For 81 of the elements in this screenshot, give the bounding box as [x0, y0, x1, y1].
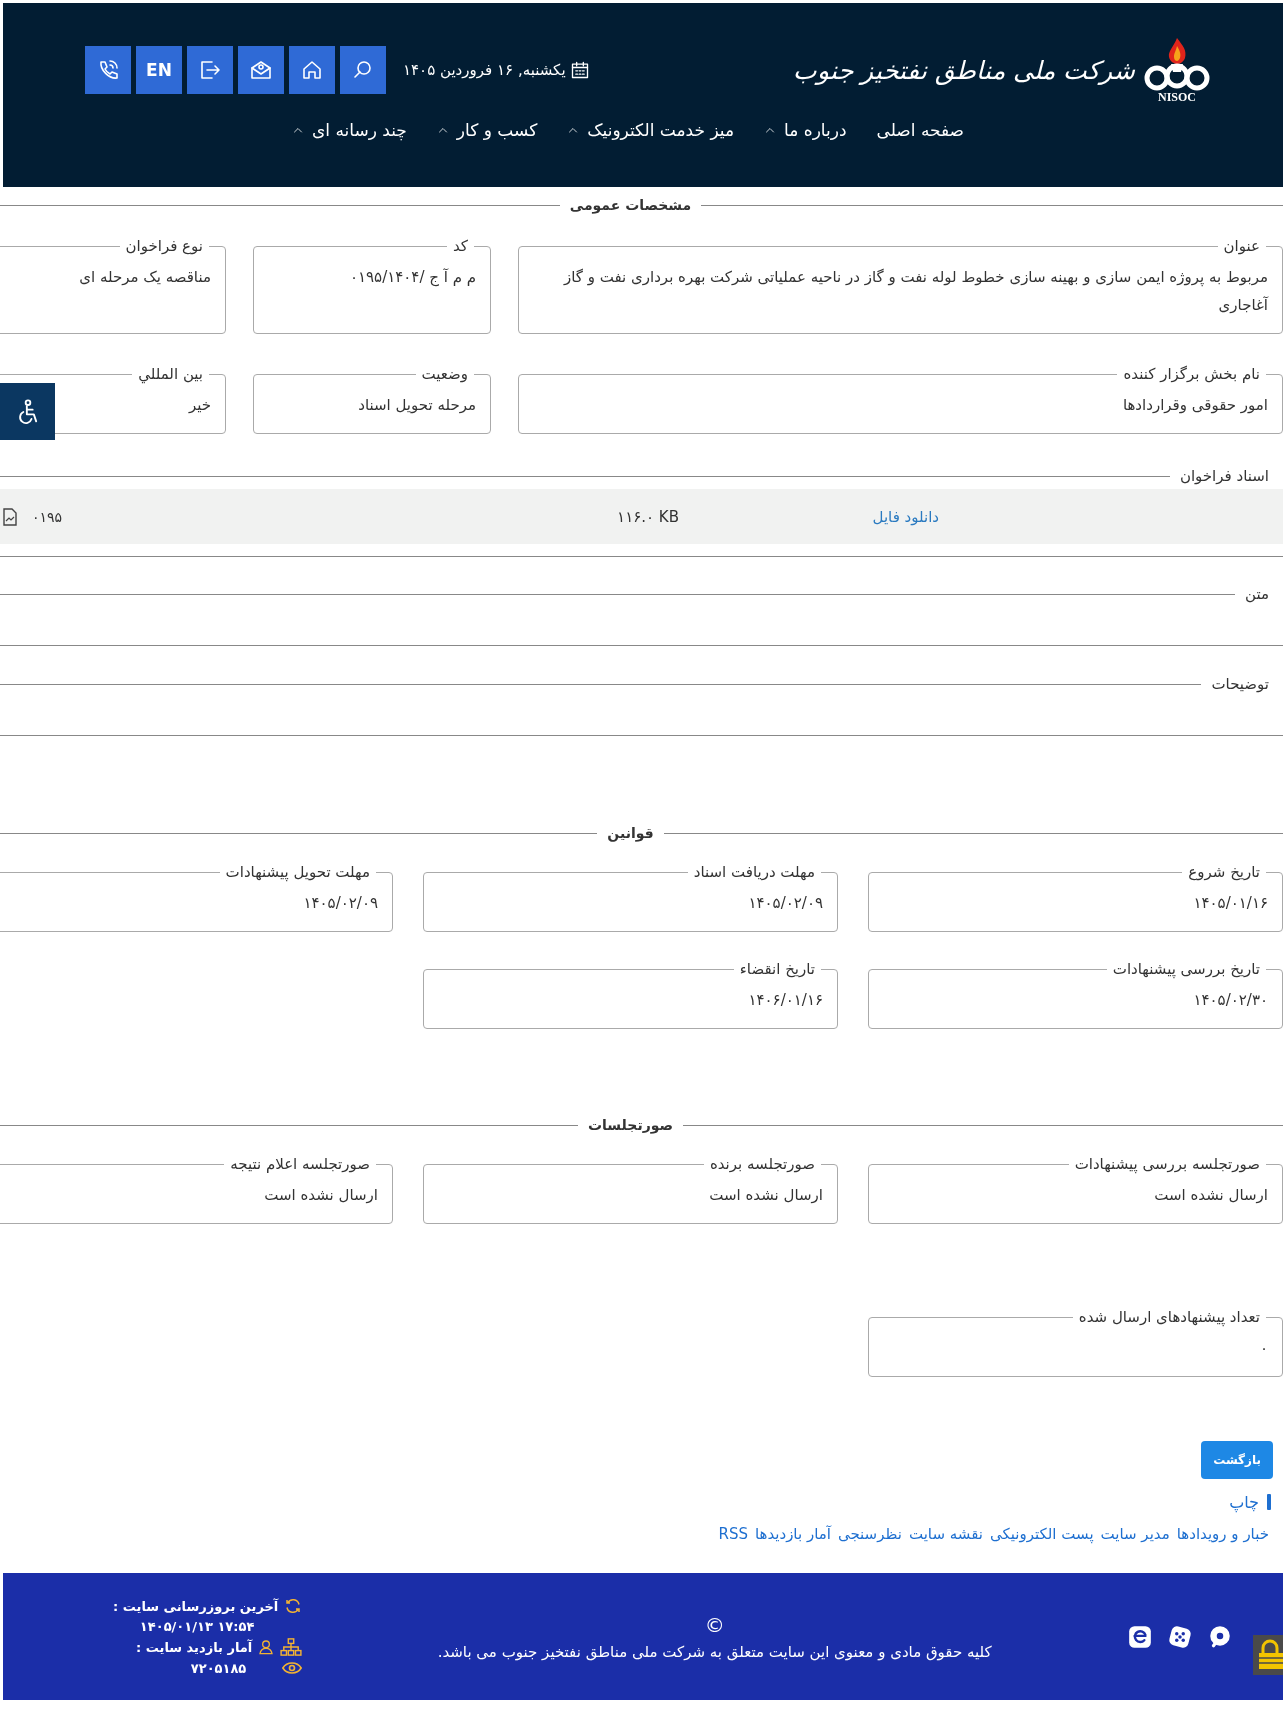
field-value: خیر	[188, 395, 211, 416]
nav-link[interactable]: کسب و کار	[436, 120, 538, 140]
section-title: قوانین	[607, 825, 654, 841]
back-button[interactable]: بازگشت	[1201, 1441, 1273, 1479]
footer-link[interactable]: خبار و رویدادها	[1176, 1525, 1269, 1543]
footer-link[interactable]: مدیر سایت	[1100, 1525, 1170, 1543]
section-title: اسناد فراخوان	[1179, 467, 1270, 485]
chat-bubble-icon[interactable]	[1207, 1623, 1233, 1650]
mail-button[interactable]	[238, 46, 284, 94]
print-link[interactable]: چاپ	[1229, 1492, 1259, 1512]
logout-button[interactable]	[187, 46, 233, 94]
field-value: ۱۴۰۵/۰۲/۰۹	[303, 893, 378, 914]
field-label: تعداد پیشنهادهای ارسال شده	[1077, 1307, 1261, 1328]
footer-link[interactable]: نظرسنجی	[837, 1525, 902, 1543]
home-button[interactable]	[289, 46, 335, 94]
update-time: ۱۷:۵۴ ۱۴۰۵/۰۱/۱۳	[139, 1619, 256, 1634]
date-text: یکشنبه, ۱۶ فروردین ۱۴۰۵	[403, 61, 566, 79]
footer-link[interactable]: نقشه سایت	[908, 1525, 983, 1543]
field-value: مرحله تحویل اسناد	[358, 395, 476, 416]
copyright-symbol: ©	[704, 1612, 725, 1637]
field-value: ۰	[1259, 1338, 1268, 1359]
visits-label: آمار بازدید سایت :	[136, 1639, 253, 1655]
logout-icon	[198, 58, 222, 82]
field-label: وضعیت	[420, 364, 469, 385]
footer-link[interactable]: RSS	[718, 1525, 748, 1543]
field-label: بین المللي	[137, 364, 204, 385]
logo-title: شرکت ملی مناطق نفتخیز جنوب	[793, 55, 1135, 85]
field-value: مناقصه یک مرحله ای	[79, 267, 211, 288]
field-value: ۱۴۰۵/۰۱/۱۶	[1193, 893, 1268, 914]
field-label: نوع فراخوان	[124, 236, 204, 257]
user-icon	[258, 1638, 275, 1656]
field-value: ارسال نشده است	[264, 1185, 378, 1206]
visits-count: ۷۲۰۵۱۸۵	[190, 1660, 247, 1676]
field-label: مهلت دریافت اسناد	[692, 862, 816, 883]
letter-e-icon[interactable]	[1127, 1623, 1153, 1650]
field-value: امور حقوقی وقراردادها	[1122, 395, 1268, 416]
field-label: صورتجلسه اعلام نتیجه	[229, 1154, 371, 1175]
calendar-icon	[569, 60, 590, 80]
file-size: ۱۱۶.۰ KB	[616, 507, 679, 526]
field-value: ارسال نشده است	[709, 1185, 823, 1206]
search-button[interactable]	[340, 46, 386, 94]
section-title: مشخصات عمومی	[569, 197, 692, 213]
logo-abbreviation: NISOC	[1158, 89, 1196, 105]
section-title: توضیحات	[1211, 675, 1270, 693]
field-value: ۱۴۰۵/۰۲/۳۰	[1193, 990, 1268, 1011]
copyright-text: کلیه حقوق مادی و معنوی این سایت متعلق به شرکت ملی مناطق نفتخیز جنوب می باشد.	[437, 1642, 992, 1661]
nav-link[interactable]: چند رسانه ای	[291, 120, 407, 140]
field-label: صورتجلسه برنده	[708, 1154, 816, 1175]
field-label: عنوان	[1222, 236, 1261, 257]
field-label: صورتجلسه بررسی پیشنهادات	[1073, 1154, 1261, 1175]
field-value: ۱۴۰۶/۰۱/۱۶	[748, 990, 823, 1011]
field-label: تاریخ انقضاء	[738, 959, 816, 980]
download-link[interactable]: دانلود فایل	[679, 507, 939, 526]
footer-link[interactable]: پست الکترونیکی	[989, 1525, 1094, 1543]
field-label: تاریخ شروع	[1187, 862, 1261, 883]
envelope-icon	[249, 58, 273, 82]
field-label: نام بخش برگزار کننده	[1122, 364, 1261, 385]
eye-icon	[282, 1660, 303, 1676]
field-label: کد	[452, 236, 469, 257]
section-title: متن	[1245, 585, 1270, 603]
file-name: ۰۱۹۵	[32, 508, 63, 525]
home-icon	[300, 58, 324, 82]
sitemap-icon	[280, 1638, 303, 1656]
lock-icon[interactable]	[1253, 1635, 1283, 1675]
nav-link[interactable]: درباره ما	[764, 120, 847, 140]
nav-link[interactable]: میز خدمت الکترونیک	[567, 120, 735, 140]
field-label: مهلت تحویل پیشنهادات	[224, 862, 371, 883]
field-value: م م آ ج /۰۱۹۵/۱۴۰۴	[349, 267, 476, 289]
accessibility-button[interactable]	[0, 383, 55, 440]
field-label: تاریخ بررسی پیشنهادات	[1111, 959, 1261, 980]
field-value: ۱۴۰۵/۰۲/۰۹	[748, 893, 823, 914]
footer-link[interactable]: آمار بازدیدها	[754, 1525, 831, 1543]
field-value: مربوط به پروژه ایمن سازی و بهینه سازی خطوط لوله نفت و گاز در ناحیه عملیاتی شرکت بهره برداری نفت و گاز آغاجاری	[562, 267, 1268, 316]
update-label: آخرین بروزرسانی سایت :	[113, 1598, 279, 1614]
field-value: ارسال نشده است	[1154, 1185, 1268, 1206]
language-button[interactable]: EN	[136, 46, 182, 94]
section-title: صورتجلسات	[588, 1117, 673, 1133]
file-icon	[2, 507, 18, 526]
nav-link[interactable]: صفحه اصلی	[876, 120, 965, 140]
refresh-icon	[284, 1597, 303, 1615]
phone-button[interactable]	[85, 46, 131, 94]
